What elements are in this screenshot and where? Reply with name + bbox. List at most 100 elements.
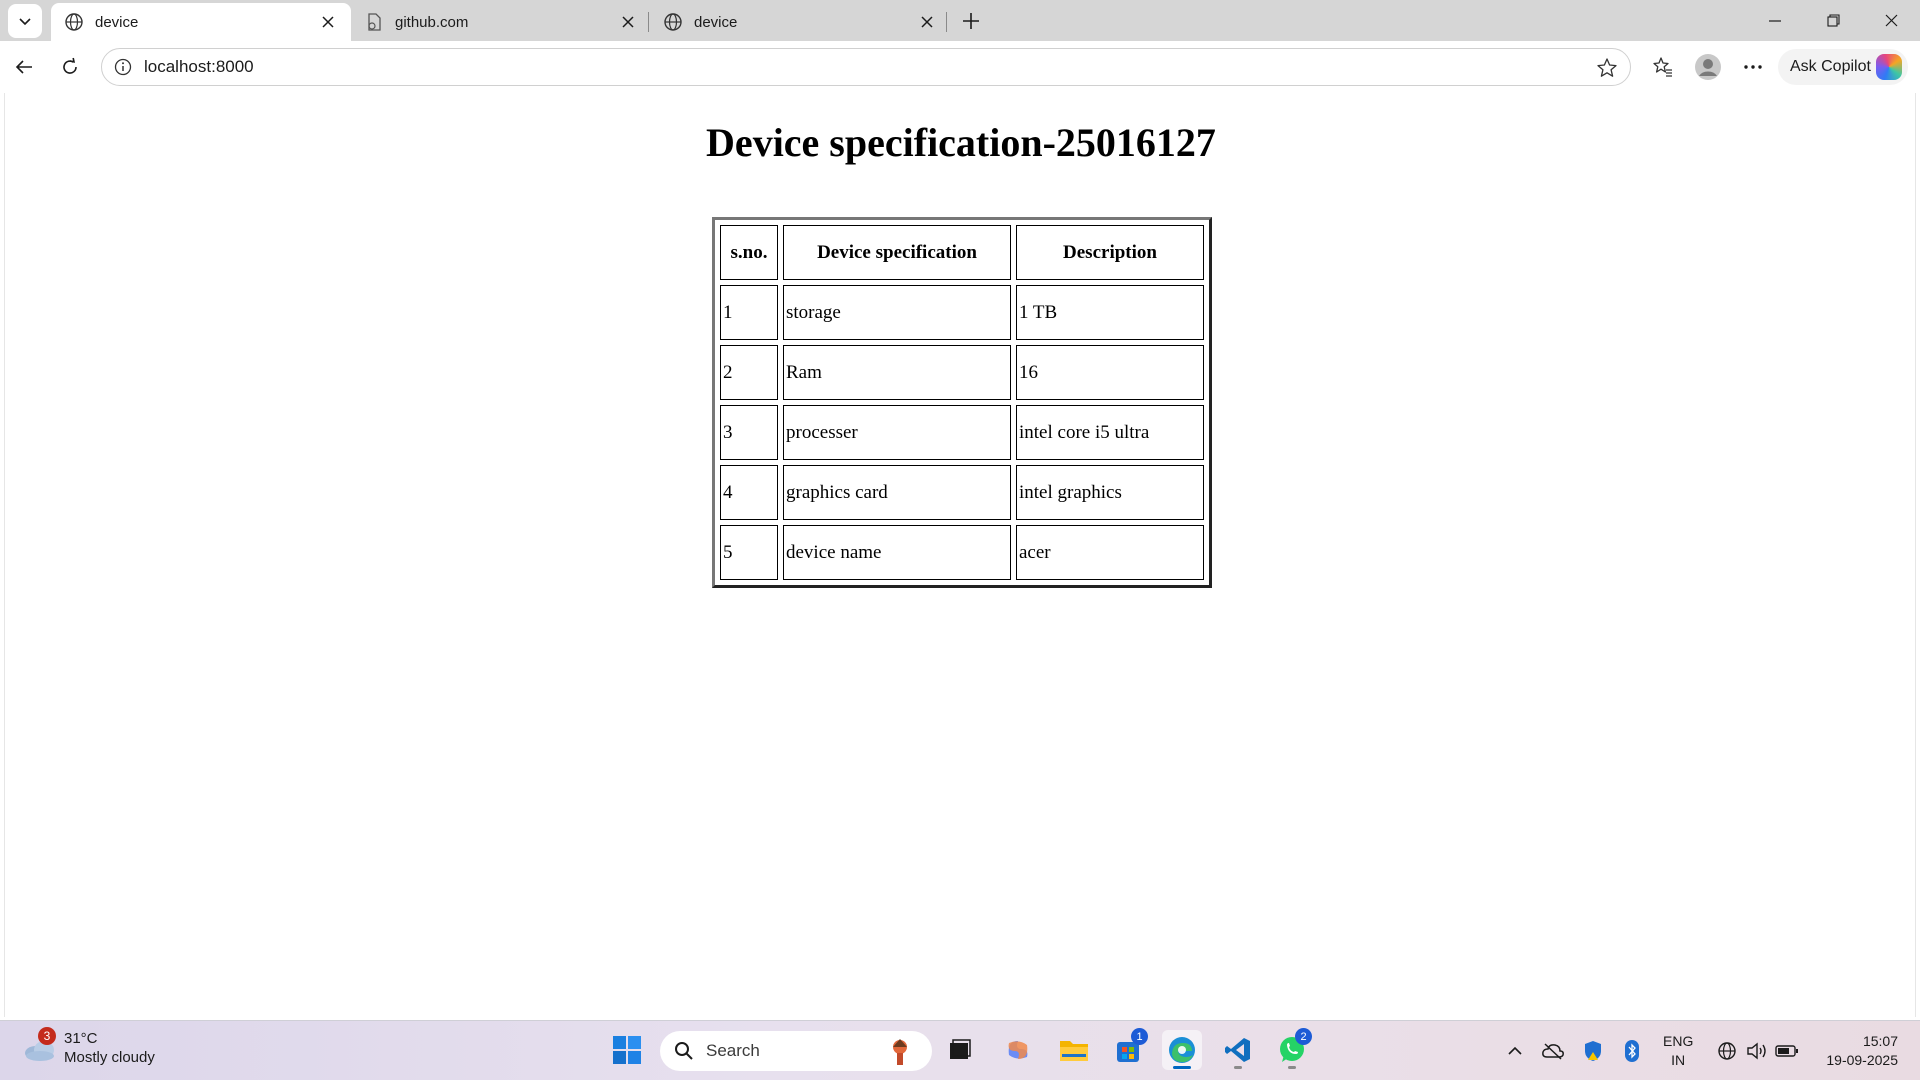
speaker-icon xyxy=(1747,1042,1766,1060)
close-icon[interactable] xyxy=(317,11,339,33)
store-badge: 1 xyxy=(1131,1028,1148,1045)
info-icon xyxy=(114,58,132,76)
clock-date: 19-09-2025 xyxy=(1826,1052,1898,1068)
tab-title: device xyxy=(95,13,139,31)
globe-icon xyxy=(63,11,85,33)
back-button[interactable] xyxy=(8,51,40,83)
store-button[interactable]: 1 xyxy=(1108,1028,1148,1070)
new-tab-button[interactable] xyxy=(955,5,987,37)
bluetooth-button[interactable] xyxy=(1617,1021,1647,1080)
vscode-icon xyxy=(1225,1038,1250,1062)
battery-icon xyxy=(1775,1045,1798,1057)
refresh-icon xyxy=(63,57,77,74)
vscode-button[interactable] xyxy=(1218,1030,1258,1070)
running-indicator xyxy=(1173,1066,1191,1069)
tab-actions-button[interactable] xyxy=(8,4,42,38)
close-icon[interactable] xyxy=(916,11,938,33)
running-indicator xyxy=(1288,1066,1296,1069)
table-cell: graphics card xyxy=(783,465,1011,520)
bluetooth-icon xyxy=(1625,1040,1639,1062)
minimize-button[interactable] xyxy=(1746,0,1804,41)
ask-copilot-button[interactable]: Ask Copilot xyxy=(1778,49,1908,85)
system-clock[interactable]: 15:07 19-09-2025 xyxy=(1826,1032,1898,1070)
favorite-star-icon[interactable] xyxy=(1596,57,1618,84)
column-header: Device specification xyxy=(783,225,1011,280)
tab-device-1[interactable]: device xyxy=(51,3,351,41)
back-arrow-icon xyxy=(15,60,32,74)
show-hidden-icons-button[interactable] xyxy=(1500,1021,1530,1080)
page-viewport: Device specification-25016127 s.no. Devi… xyxy=(4,93,1916,1017)
weather-badge: 3 xyxy=(38,1027,56,1045)
close-icon[interactable] xyxy=(617,11,639,33)
more-dots-icon xyxy=(1744,65,1762,69)
browser-toolbar: localhost:8000 Ask Copilot xyxy=(0,41,1920,93)
column-header: s.no. xyxy=(720,225,778,280)
globe-icon xyxy=(662,11,684,33)
close-icon xyxy=(1885,14,1897,27)
search-highlight-icon xyxy=(893,1039,907,1065)
security-button[interactable] xyxy=(1578,1021,1608,1080)
page-title: Device specification-25016127 xyxy=(706,120,1216,165)
language-indicator[interactable]: ENG IN xyxy=(1663,1032,1693,1070)
address-bar[interactable]: localhost:8000 xyxy=(101,48,1631,86)
table-cell: 1 xyxy=(720,285,778,340)
file-explorer-button[interactable] xyxy=(1054,1030,1094,1070)
column-header: Description xyxy=(1016,225,1204,280)
onedrive-button[interactable] xyxy=(1538,1021,1568,1080)
url-text: localhost:8000 xyxy=(144,57,254,76)
table-row: 5 device name acer xyxy=(720,525,1204,580)
clock-time: 15:07 xyxy=(1862,1033,1898,1049)
copilot-icon xyxy=(1008,1041,1028,1059)
search-label: Search xyxy=(706,1041,760,1060)
whatsapp-button[interactable]: 2 xyxy=(1272,1028,1312,1070)
table-cell: storage xyxy=(783,285,1011,340)
task-view-button[interactable] xyxy=(940,1030,980,1070)
more-options-button[interactable] xyxy=(1737,51,1769,83)
table-row: 3 processer intel core i5 ultra xyxy=(720,405,1204,460)
taskbar-search[interactable]: Search xyxy=(660,1031,932,1071)
avatar-icon xyxy=(1695,54,1721,80)
chevron-down-icon xyxy=(19,18,31,26)
favorites-button[interactable] xyxy=(1647,51,1679,83)
weather-widget[interactable]: 3 31°C Mostly cloudy xyxy=(22,1027,155,1067)
table-cell: device name xyxy=(783,525,1011,580)
profile-button[interactable] xyxy=(1692,51,1724,83)
tab-strip: device github.com device xyxy=(0,0,1920,41)
shield-icon xyxy=(1585,1041,1601,1061)
copilot-icon xyxy=(1876,54,1902,80)
device-spec-table: s.no. Device specification Description 1… xyxy=(712,217,1212,588)
cloud-off-icon xyxy=(1542,1043,1564,1060)
language-code: ENG xyxy=(1663,1033,1694,1049)
whatsapp-badge: 2 xyxy=(1295,1028,1312,1045)
table-row: 2 Ram 16 xyxy=(720,345,1204,400)
tab-github[interactable]: github.com xyxy=(351,3,651,41)
table-row: 1 storage 1 TB xyxy=(720,285,1204,340)
table-header-row: s.no. Device specification Description xyxy=(720,225,1204,280)
table-row: 4 graphics card intel graphics xyxy=(720,465,1204,520)
table-cell: Ram xyxy=(783,345,1011,400)
copilot-taskbar-button[interactable] xyxy=(998,1030,1038,1070)
globe-network-icon xyxy=(1718,1042,1736,1060)
table-cell: intel core i5 ultra xyxy=(1016,405,1204,460)
task-view-icon xyxy=(950,1039,971,1059)
table-cell: 4 xyxy=(720,465,778,520)
network-button[interactable] xyxy=(1713,1021,1741,1080)
chevron-up-icon xyxy=(1508,1046,1522,1055)
refresh-button[interactable] xyxy=(54,51,86,83)
table-cell: 5 xyxy=(720,525,778,580)
close-window-button[interactable] xyxy=(1862,0,1920,41)
search-icon xyxy=(675,1042,693,1060)
tab-separator xyxy=(946,12,947,32)
copilot-label: Ask Copilot xyxy=(1790,58,1871,75)
edge-icon xyxy=(1169,1037,1195,1063)
restore-button[interactable] xyxy=(1804,0,1862,41)
folder-icon xyxy=(1060,1041,1088,1061)
tab-device-2[interactable]: device xyxy=(650,3,950,41)
battery-button[interactable] xyxy=(1773,1021,1801,1080)
edge-button[interactable] xyxy=(1162,1030,1202,1070)
start-button[interactable] xyxy=(607,1030,647,1070)
weather-temp: 31°C xyxy=(64,1030,98,1047)
volume-button[interactable] xyxy=(1743,1021,1771,1080)
region-code: IN xyxy=(1671,1052,1686,1068)
table-cell: 2 xyxy=(720,345,778,400)
